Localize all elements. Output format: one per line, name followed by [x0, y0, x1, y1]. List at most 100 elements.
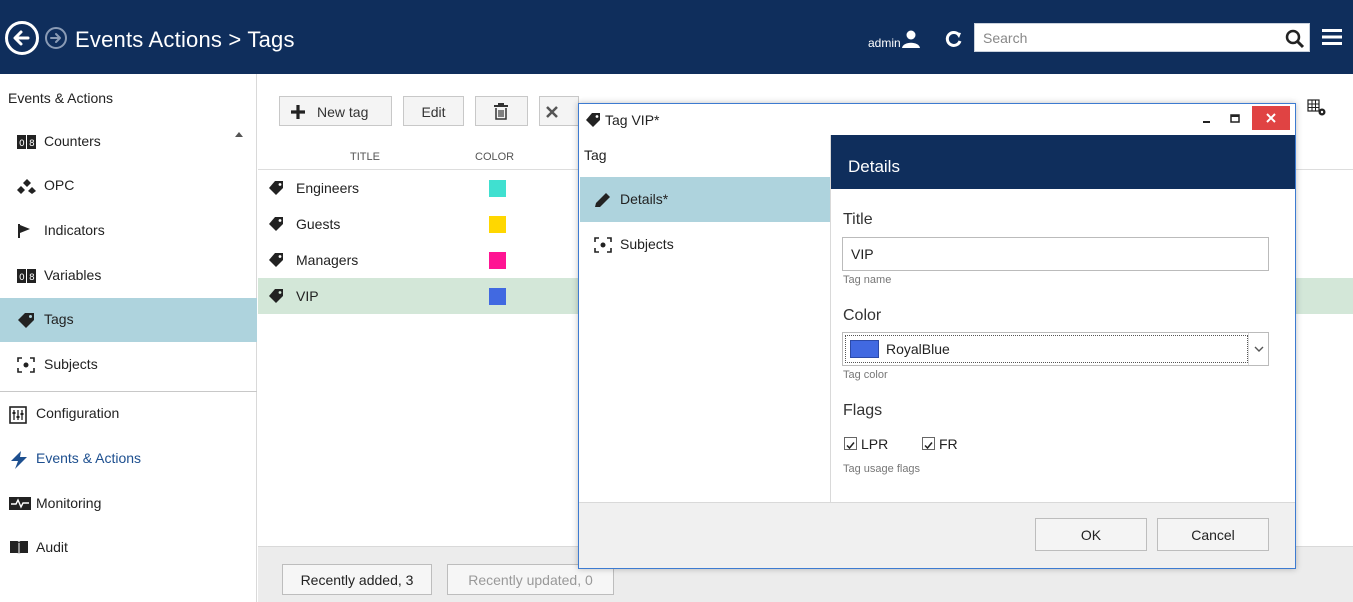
nav-events-actions[interactable]: Events & Actions: [0, 437, 257, 481]
new-tag-label: New tag: [317, 104, 369, 120]
configuration-icon: [9, 406, 27, 424]
fr-label: FR: [939, 436, 958, 452]
nav-label: Events & Actions: [36, 450, 142, 466]
chevron-down-icon[interactable]: [1248, 333, 1268, 365]
sidebar-item-opc[interactable]: OPC: [0, 164, 257, 208]
top-bar: Events Actions > Tags admin: [0, 0, 1353, 74]
lpr-label: LPR: [861, 436, 889, 452]
flags-hint: Tag usage flags: [843, 463, 921, 475]
forward-arrow-icon[interactable]: [45, 27, 67, 49]
tag-icon: [268, 181, 284, 199]
audit-icon: [9, 540, 28, 556]
user-icon[interactable]: [901, 30, 921, 53]
color-swatch: [489, 216, 506, 233]
column-settings-icon[interactable]: [1307, 99, 1327, 122]
tag-dialog: Tag VIP* Tag Details* Subjects Details T…: [578, 103, 1296, 569]
dialog-nav-label: Details*: [620, 191, 669, 207]
ok-button[interactable]: OK: [1035, 518, 1147, 551]
user-name[interactable]: admin: [868, 36, 901, 50]
dialog-title: Tag VIP*: [605, 112, 660, 128]
title-field[interactable]: [842, 237, 1269, 271]
search-input[interactable]: [975, 24, 1275, 51]
recently-added-button[interactable]: Recently added, 3: [282, 564, 432, 595]
tag-icon: [268, 253, 284, 271]
dialog-nav-details[interactable]: Details*: [580, 177, 830, 222]
nav-label: Audit: [36, 539, 68, 555]
close-dialog-button[interactable]: [1252, 106, 1290, 130]
svg-text:0: 0: [19, 139, 25, 149]
flags-label: Flags: [843, 402, 883, 419]
subjects-icon: [17, 357, 35, 373]
back-arrow-icon[interactable]: [5, 21, 39, 55]
nav-monitoring[interactable]: Monitoring: [0, 482, 257, 526]
title-label: Title: [843, 211, 873, 228]
delete-button[interactable]: [475, 96, 528, 126]
dialog-nav-label: Subjects: [620, 236, 674, 252]
fr-checkbox[interactable]: FR: [922, 436, 972, 452]
row-title: VIP: [296, 288, 319, 304]
tag-icon: [268, 217, 284, 235]
hamburger-menu-icon[interactable]: [1322, 28, 1342, 51]
sidebar-item-variables[interactable]: 08 Variables: [0, 254, 257, 298]
opc-icon: [17, 178, 36, 194]
page-title: Events Actions > Tags: [75, 27, 295, 52]
row-title: Managers: [296, 252, 359, 268]
nav-configuration[interactable]: Configuration: [0, 392, 257, 436]
sidebar-item-label: Indicators: [44, 222, 105, 238]
sidebar-item-label: Tags: [44, 311, 74, 327]
minimize-icon[interactable]: [1199, 110, 1215, 126]
ok-label: OK: [1080, 527, 1102, 543]
dialog-footer: OK Cancel: [579, 502, 1295, 568]
new-tag-button[interactable]: New tag: [279, 96, 392, 126]
color-hint: Tag color: [843, 369, 888, 381]
sidebar-item-label: Variables: [44, 267, 102, 283]
nav-audit[interactable]: Audit: [0, 526, 257, 570]
search-box: [974, 23, 1310, 52]
refresh-icon[interactable]: [945, 30, 963, 53]
svg-text:8: 8: [29, 273, 35, 283]
recently-updated-label: Recently updated, 0: [468, 572, 593, 588]
column-header-color[interactable]: COLOR: [475, 151, 514, 163]
counter-icon: 08: [17, 134, 36, 150]
sidebar-item-indicators[interactable]: Indicators: [0, 209, 257, 253]
cancel-label: Cancel: [1191, 527, 1235, 543]
dialog-nav-subjects[interactable]: Subjects: [580, 222, 830, 267]
maximize-icon[interactable]: [1227, 110, 1243, 126]
sidebar-item-label: Subjects: [44, 356, 98, 372]
nav-label: Configuration: [36, 405, 120, 421]
sidebar-item-label: Counters: [44, 133, 101, 149]
color-swatch: [489, 180, 506, 197]
selected-color-swatch: [850, 340, 879, 358]
column-header-title[interactable]: TITLE: [350, 151, 380, 163]
sidebar-item-subjects[interactable]: Subjects: [0, 343, 257, 387]
search-icon[interactable]: [1285, 29, 1305, 54]
sidebar-item-counters[interactable]: 08 Counters: [0, 120, 257, 164]
svg-text:0: 0: [19, 273, 25, 283]
flag-icon: [17, 223, 35, 239]
pencil-icon: [594, 192, 612, 211]
color-swatch: [489, 252, 506, 269]
details-section-header: Details: [831, 135, 1295, 189]
row-title: Guests: [296, 216, 341, 232]
variables-icon: 08: [17, 268, 36, 284]
sidebar-section-title: Events & Actions: [8, 90, 114, 106]
cancel-button[interactable]: Cancel: [1157, 518, 1269, 551]
trash-icon: [493, 103, 509, 123]
checkbox-checked-icon: [844, 437, 857, 450]
cancel-x-button[interactable]: [539, 96, 579, 126]
sidebar-item-tags[interactable]: Tags: [0, 298, 257, 342]
recently-added-label: Recently added, 3: [300, 572, 414, 588]
svg-text:8: 8: [29, 139, 35, 149]
edit-button[interactable]: Edit: [403, 96, 464, 126]
lpr-checkbox[interactable]: LPR: [844, 436, 904, 452]
color-select[interactable]: RoyalBlue: [842, 332, 1269, 366]
selected-color-value: RoyalBlue: [886, 341, 950, 357]
close-icon: [546, 105, 558, 121]
dialog-nav-panel: Tag Details* Subjects: [579, 135, 831, 502]
edit-label: Edit: [421, 104, 446, 120]
dialog-titlebar[interactable]: Tag VIP*: [579, 104, 1295, 135]
sidebar-item-label: OPC: [44, 177, 75, 193]
row-title: Engineers: [296, 180, 360, 196]
tag-icon: [585, 113, 601, 133]
lightning-icon: [9, 451, 27, 469]
